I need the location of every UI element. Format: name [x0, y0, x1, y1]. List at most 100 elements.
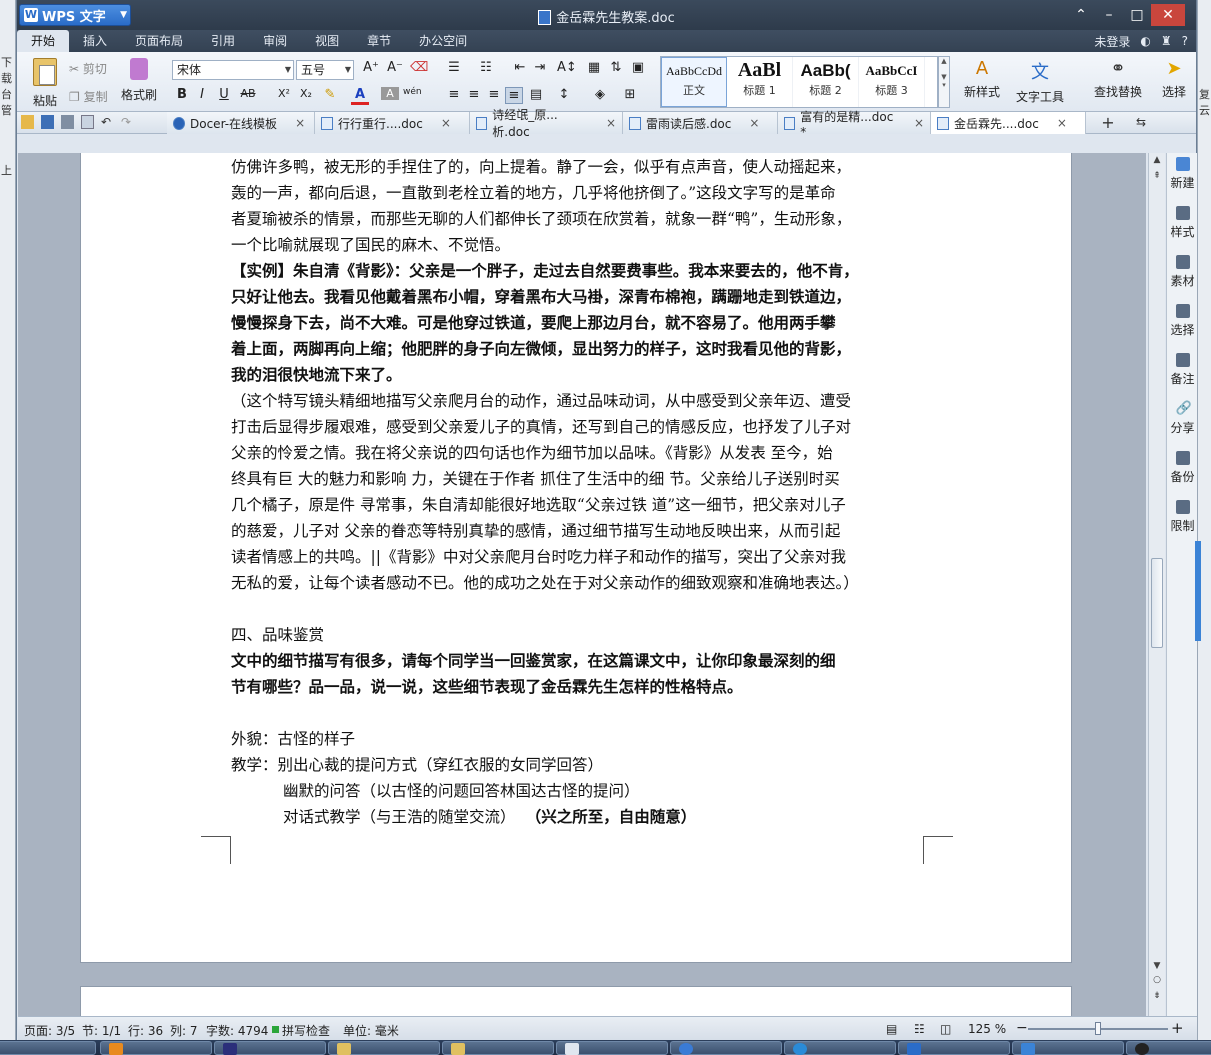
scroll-thumb[interactable]: [1151, 558, 1163, 648]
text-line[interactable]: 文中的细节描写有很多，请每个同学当一回鉴赏家，在这篇课文中，让你印象最深刻的细: [231, 648, 931, 674]
align-center-icon[interactable]: ≡: [465, 87, 483, 102]
side-new[interactable]: 新建: [1167, 157, 1198, 191]
taskbar-item[interactable]: [328, 1041, 440, 1055]
underline-icon[interactable]: U: [215, 87, 233, 102]
text-line[interactable]: 慢慢探身下去，尚不大难。可是他穿过铁道，要爬上那边月台，就不容易了。他用两手攀: [231, 310, 931, 336]
next-page[interactable]: [80, 986, 1072, 1016]
text-line[interactable]: 只好让他去。我看见他戴着黑布小帽，穿着黑布大马褂，深青布棉袍，蹒跚地走到铁道边，: [231, 284, 931, 310]
distribute-icon[interactable]: ▤: [527, 87, 545, 102]
taskbar-item[interactable]: [556, 1041, 668, 1055]
save-icon[interactable]: [41, 115, 54, 129]
table-icon[interactable]: ▦: [585, 60, 603, 75]
text-line[interactable]: 几个橘子，原是件 寻常事，朱自清却能很好地选取“父亲过铁 道”这一细节，把父亲对…: [231, 492, 931, 518]
text-line[interactable]: 节有哪些？品一品，说一说，这些细节表现了金岳霖先生怎样的性格特点。: [231, 674, 931, 700]
new-style-button[interactable]: A 新样式: [959, 58, 1005, 100]
side-select[interactable]: 选择: [1167, 304, 1198, 338]
numbered-list-icon[interactable]: ☷: [477, 60, 495, 75]
text-line[interactable]: 幽默的问答（以古怪的问题回答林国达古怪的提问）: [231, 778, 931, 804]
doc-tab-active[interactable]: 金岳霖先....doc ×: [931, 112, 1086, 134]
superscript-icon[interactable]: X²: [275, 87, 293, 100]
text-line[interactable]: 父亲的怜爱之情。我在将父亲说的四句话也作为细节加以品味。《背影》从发表 至今，始: [231, 440, 931, 466]
italic-icon[interactable]: I: [193, 87, 211, 102]
style-heading-3[interactable]: AaBbCcI 标题 3: [859, 57, 925, 107]
char-shading-icon[interactable]: A: [381, 87, 399, 100]
increase-indent-icon[interactable]: ⇥: [531, 60, 549, 75]
bold-icon[interactable]: B: [173, 87, 191, 102]
taskbar-item[interactable]: [670, 1041, 782, 1055]
text-line[interactable]: 着上面，两脚再向上缩；他肥胖的身子向左微倾，显出努力的样子，这时我看见他的背影，: [231, 336, 931, 362]
document-text[interactable]: 仿佛许多鸭，被无形的手捏住了的，向上提着。静了一会，似乎有点声音，使人动摇起来，…: [231, 154, 931, 830]
close-icon[interactable]: ×: [749, 116, 759, 130]
select-browse-icon[interactable]: ○: [1149, 975, 1165, 985]
scroll-down-icon[interactable]: ▼: [1149, 961, 1165, 971]
status-zoom[interactable]: 125 %: [968, 1022, 1006, 1036]
strikethrough-icon[interactable]: AB: [239, 87, 257, 100]
justify-icon[interactable]: ≡: [505, 87, 523, 104]
print-preview-icon[interactable]: [81, 115, 94, 129]
close-icon[interactable]: ×: [441, 116, 451, 130]
close-button[interactable]: ✕: [1151, 4, 1185, 26]
paste-button[interactable]: 粘贴: [25, 58, 65, 109]
side-style[interactable]: 样式: [1167, 206, 1198, 240]
doc-tab[interactable]: 富有的是精...doc * ×: [778, 110, 931, 139]
taskbar-item[interactable]: [1012, 1041, 1124, 1055]
text-line[interactable]: 轰的一声，都向后退，一直散到老栓立着的地方，几乎将他挤倒了。”这段文字写的是革命: [231, 180, 931, 206]
highlight-icon[interactable]: ✎: [321, 87, 339, 102]
side-note[interactable]: 备注: [1167, 353, 1198, 387]
minimize-button[interactable]: –: [1095, 4, 1123, 26]
shading-icon[interactable]: ◈: [591, 87, 609, 102]
taskbar-item[interactable]: [1126, 1041, 1211, 1055]
copy-button[interactable]: ❐ 复制: [69, 88, 108, 105]
font-name-select[interactable]: 宋体 ▼: [172, 60, 294, 80]
redo-icon[interactable]: ↷: [121, 115, 134, 129]
line-spacing-icon[interactable]: ↕: [555, 87, 573, 102]
format-painter-button[interactable]: 格式刷: [119, 58, 159, 103]
open-icon[interactable]: [21, 115, 34, 129]
text-direction-icon[interactable]: A↕: [557, 60, 577, 75]
zoom-in-icon[interactable]: +: [1171, 1019, 1184, 1037]
text-line[interactable]: 教学：别出心裁的提问方式（穿红衣服的女同学回答）: [231, 752, 931, 778]
text-line[interactable]: 终具有巨 大的魅力和影响 力，关键在于作者 抓住了生活中的细 节。父亲给儿子送别…: [231, 466, 931, 492]
decrease-indent-icon[interactable]: ⇤: [511, 60, 529, 75]
align-left-icon[interactable]: ≡: [445, 87, 463, 102]
tab-insert[interactable]: 插入: [69, 30, 121, 52]
align-right-icon[interactable]: ≡: [485, 87, 503, 102]
font-size-select[interactable]: 五号 ▼: [296, 60, 354, 80]
find-replace-button[interactable]: ⚭ 查找替换: [1087, 58, 1149, 100]
doc-tab[interactable]: 雷雨读后感.doc ×: [623, 112, 778, 134]
skin-icon[interactable]: ◐: [1140, 34, 1150, 48]
text-line[interactable]: 四、品味鉴赏: [231, 622, 931, 648]
style-heading-1[interactable]: AaBl 标题 1: [727, 57, 793, 107]
scroll-up-icon[interactable]: ▲: [1149, 155, 1165, 165]
collapse-ribbon-button[interactable]: ⌃: [1067, 4, 1095, 26]
taskbar-item[interactable]: [784, 1041, 896, 1055]
text-line[interactable]: 【实例】朱自清《背影》：父亲是一个胖子，走过去自然要费事些。我本来要去的，他不肯…: [231, 258, 931, 284]
style-normal[interactable]: AaBbCcDd 正文: [661, 57, 727, 107]
tab-page-layout[interactable]: 页面布局: [121, 30, 197, 52]
start-button[interactable]: [0, 1041, 96, 1055]
text-tools-button[interactable]: 文 文字工具: [1009, 58, 1071, 105]
shirt-icon[interactable]: ♜: [1161, 34, 1172, 48]
blank-line[interactable]: [231, 596, 931, 622]
status-spell-check[interactable]: 拼写检查: [282, 1022, 330, 1039]
side-backup[interactable]: 备份: [1167, 451, 1198, 485]
login-link[interactable]: 未登录: [1094, 33, 1130, 50]
undo-icon[interactable]: ↶: [101, 115, 114, 129]
panel-toggle[interactable]: [1195, 541, 1201, 641]
text-line[interactable]: 无私的爱，让每个读者感动不已。他的成功之处在于对父亲动作的细致观察和准确地表达。…: [231, 570, 931, 596]
side-restrict[interactable]: 限制: [1167, 500, 1198, 534]
doc-tab[interactable]: 诗经氓_原...析.doc ×: [470, 108, 623, 139]
web-view-icon[interactable]: ◫: [940, 1022, 951, 1036]
blank-line[interactable]: [231, 700, 931, 726]
next-page-icon[interactable]: ⇟: [1149, 991, 1165, 1001]
taskbar-item-wps[interactable]: [898, 1041, 1010, 1055]
border-icon[interactable]: ⊞: [621, 87, 639, 102]
close-icon[interactable]: ×: [295, 116, 305, 130]
shrink-font-icon[interactable]: A⁻: [386, 60, 404, 75]
subscript-icon[interactable]: X₂: [297, 87, 315, 100]
text-line[interactable]: 我的泪很快地流下来了。: [231, 362, 931, 388]
sort-icon[interactable]: ⇅: [607, 60, 625, 75]
close-icon[interactable]: ×: [914, 116, 924, 130]
tab-references[interactable]: 引用: [197, 30, 249, 52]
close-icon[interactable]: ×: [1057, 116, 1067, 130]
